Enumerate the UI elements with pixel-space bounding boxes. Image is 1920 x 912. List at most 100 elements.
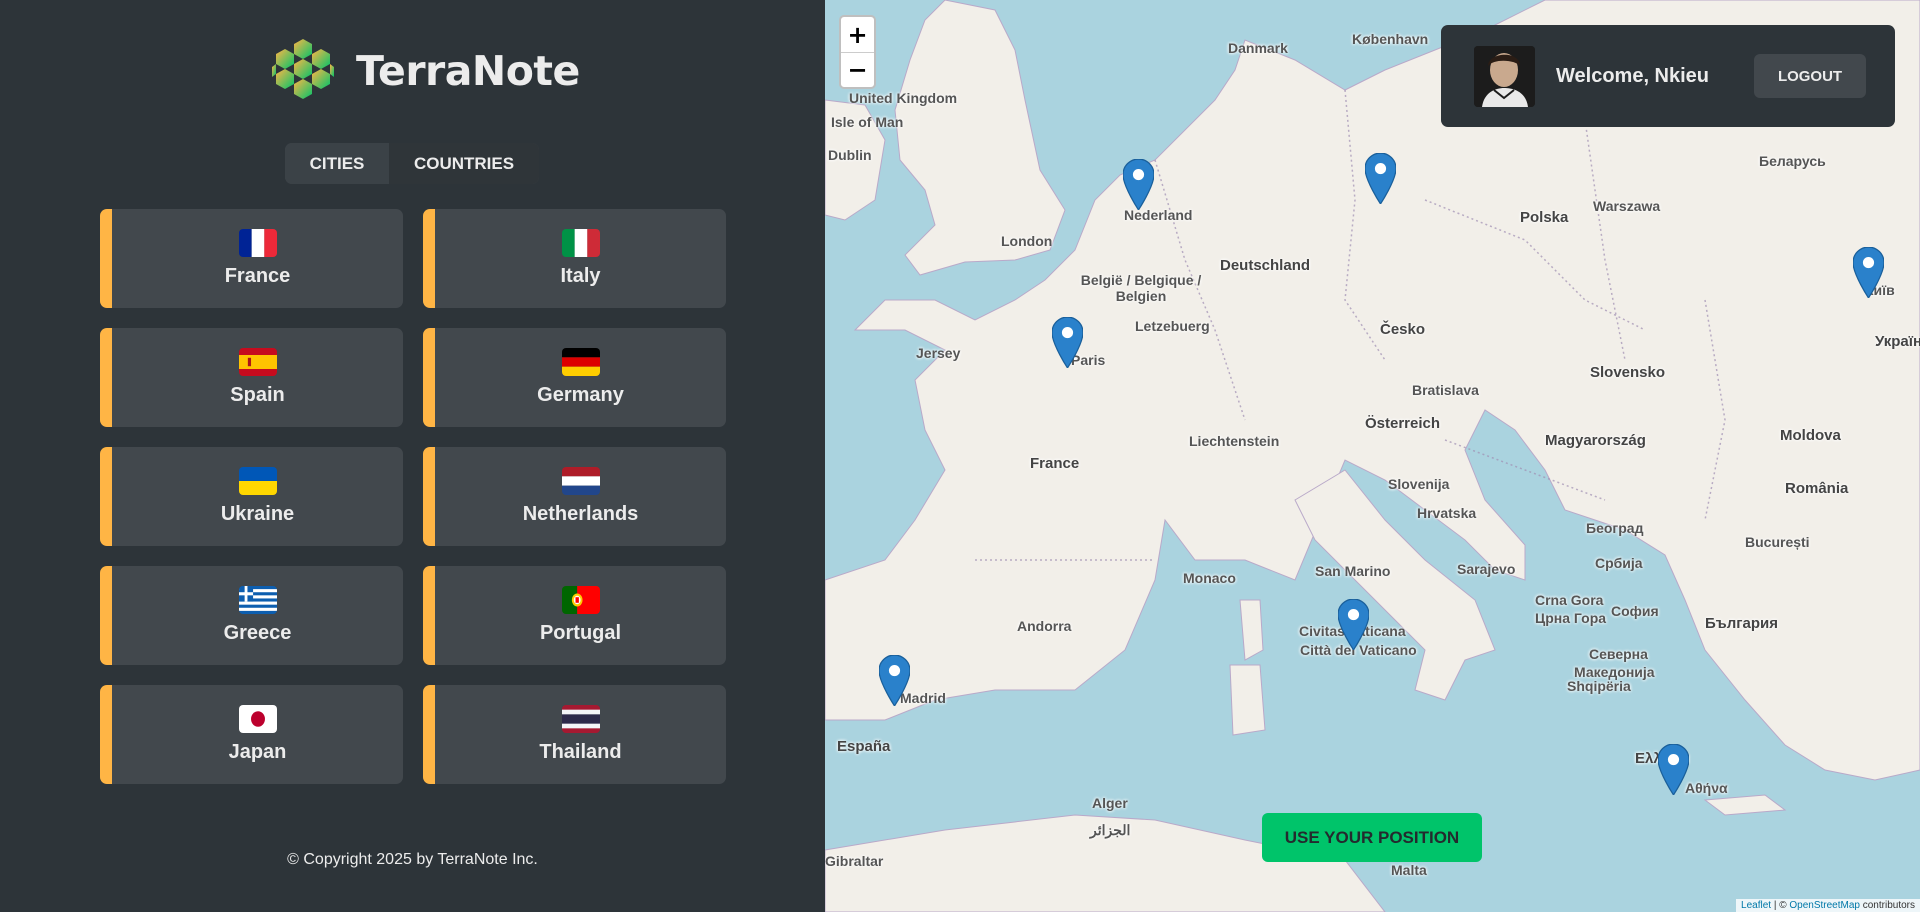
map-marker-icon[interactable] <box>1338 599 1369 650</box>
map-label: België / Belgique / Belgien <box>1080 272 1202 304</box>
netherlands-flag-icon <box>561 467 600 495</box>
map-label: Liechtenstein <box>1189 433 1280 449</box>
germany-flag-icon <box>561 348 600 376</box>
osm-link[interactable]: OpenStreetMap <box>1789 900 1860 911</box>
country-name: Netherlands <box>522 503 639 525</box>
portugal-flag-icon <box>561 586 600 614</box>
map-marker-icon[interactable] <box>1365 153 1396 204</box>
map-label: España <box>837 738 891 755</box>
map-label: Hrvatska <box>1417 505 1477 521</box>
map-label: Србија <box>1595 555 1643 571</box>
map-label: Česko <box>1380 321 1426 338</box>
tab-bar: CITIES COUNTRIES <box>285 143 539 184</box>
map-label: Deutschland <box>1220 257 1311 274</box>
map-label: Moldova <box>1780 427 1841 444</box>
map-label: Crna Gora <box>1535 592 1604 608</box>
attribution-separator: | © <box>1771 900 1790 911</box>
map-label: Црна Гора <box>1535 610 1607 626</box>
map-label: Αθήνα <box>1685 780 1728 796</box>
country-item-spain[interactable]: Spain <box>100 328 403 427</box>
map-label: București <box>1745 534 1810 550</box>
map-label: Danmark <box>1228 40 1288 56</box>
country-name: Greece <box>223 622 292 644</box>
logo[interactable]: TerraNote <box>270 37 580 105</box>
map-label: Andorra <box>1017 618 1072 634</box>
zoom-in-button[interactable]: + <box>841 17 874 52</box>
map[interactable]: Danmark København United Kingdom Isle of… <box>825 0 1920 912</box>
copyright-text: © Copyright 2025 by TerraNote Inc. <box>287 851 538 868</box>
country-name: Portugal <box>539 622 622 644</box>
map-label: Warszawa <box>1593 198 1661 214</box>
map-label: Sarajevo <box>1457 561 1516 577</box>
map-marker-icon[interactable] <box>1658 744 1689 795</box>
country-list: France Italy Spain Germany Ukraine Nethe… <box>100 209 726 784</box>
greece-flag-icon <box>238 586 277 614</box>
map-label: Slovensko <box>1590 364 1666 381</box>
welcome-text: Welcome, Nkieu <box>1556 64 1710 87</box>
map-label: Shqipëria <box>1567 678 1631 694</box>
use-position-button[interactable]: USE YOUR POSITION <box>1262 813 1482 862</box>
map-label: France <box>1030 455 1080 472</box>
country-item-netherlands[interactable]: Netherlands <box>423 447 726 546</box>
attribution-tail: contributors <box>1859 900 1915 911</box>
map-label: Београд <box>1586 520 1644 536</box>
app-name: TerraNote <box>356 47 580 95</box>
ukraine-flag-icon <box>238 467 277 495</box>
zoom-control: + − <box>839 15 876 89</box>
map-label: Österreich <box>1365 415 1441 432</box>
spain-flag-icon <box>238 348 277 376</box>
country-name: France <box>224 265 291 287</box>
tab-countries[interactable]: COUNTRIES <box>389 143 539 184</box>
map-tiles[interactable] <box>825 0 1920 912</box>
country-name: Japan <box>228 741 287 763</box>
avatar <box>1474 45 1535 107</box>
country-item-germany[interactable]: Germany <box>423 328 726 427</box>
map-label: الجزائر <box>1090 822 1131 838</box>
map-label: Україна <box>1875 333 1920 350</box>
country-name: Spain <box>230 384 285 406</box>
map-attribution: Leaflet | © OpenStreetMap contributors <box>1736 899 1920 912</box>
app-root: TerraNote CITIES COUNTRIES France Italy <box>0 0 1920 912</box>
map-label: Северна <box>1589 646 1648 662</box>
map-label: Dublin <box>828 147 872 163</box>
tab-cities[interactable]: CITIES <box>285 143 389 184</box>
map-label: София <box>1611 603 1659 619</box>
logout-button[interactable]: LOGOUT <box>1754 54 1867 98</box>
japan-flag-icon <box>238 705 277 733</box>
thailand-flag-icon <box>561 705 600 733</box>
map-marker-icon[interactable] <box>879 655 910 706</box>
italy-flag-icon <box>561 229 600 257</box>
user-avatar-icon <box>1474 45 1535 107</box>
map-label: Bratislava <box>1412 382 1479 398</box>
map-marker-icon[interactable] <box>1123 159 1154 210</box>
country-item-greece[interactable]: Greece <box>100 566 403 665</box>
country-name: Germany <box>537 384 624 406</box>
sidebar: TerraNote CITIES COUNTRIES France Italy <box>0 0 825 912</box>
map-label: København <box>1352 31 1429 47</box>
country-item-ukraine[interactable]: Ukraine <box>100 447 403 546</box>
france-flag-icon <box>238 229 277 257</box>
map-label: London <box>1001 233 1053 249</box>
zoom-out-button[interactable]: − <box>841 52 874 87</box>
map-label: Magyarország <box>1545 432 1646 449</box>
map-label: Alger <box>1092 795 1128 811</box>
country-item-france[interactable]: France <box>100 209 403 308</box>
country-item-italy[interactable]: Italy <box>423 209 726 308</box>
leaflet-link[interactable]: Leaflet <box>1741 900 1771 911</box>
map-label: România <box>1785 480 1849 497</box>
map-label: Letzebuerg <box>1135 318 1210 334</box>
map-label: San Marino <box>1315 563 1391 579</box>
map-marker-icon[interactable] <box>1853 247 1884 298</box>
map-label: България <box>1705 615 1778 632</box>
country-item-japan[interactable]: Japan <box>100 685 403 784</box>
country-name: Ukraine <box>220 503 295 525</box>
map-label: Slovenija <box>1388 476 1450 492</box>
map-label: Gibraltar <box>825 853 884 869</box>
country-item-portugal[interactable]: Portugal <box>423 566 726 665</box>
map-label: Polska <box>1520 209 1569 226</box>
map-label: Isle of Man <box>831 114 904 130</box>
map-label: United Kingdom <box>849 90 958 106</box>
map-marker-icon[interactable] <box>1052 317 1083 368</box>
country-item-thailand[interactable]: Thailand <box>423 685 726 784</box>
country-name: Italy <box>560 265 601 287</box>
